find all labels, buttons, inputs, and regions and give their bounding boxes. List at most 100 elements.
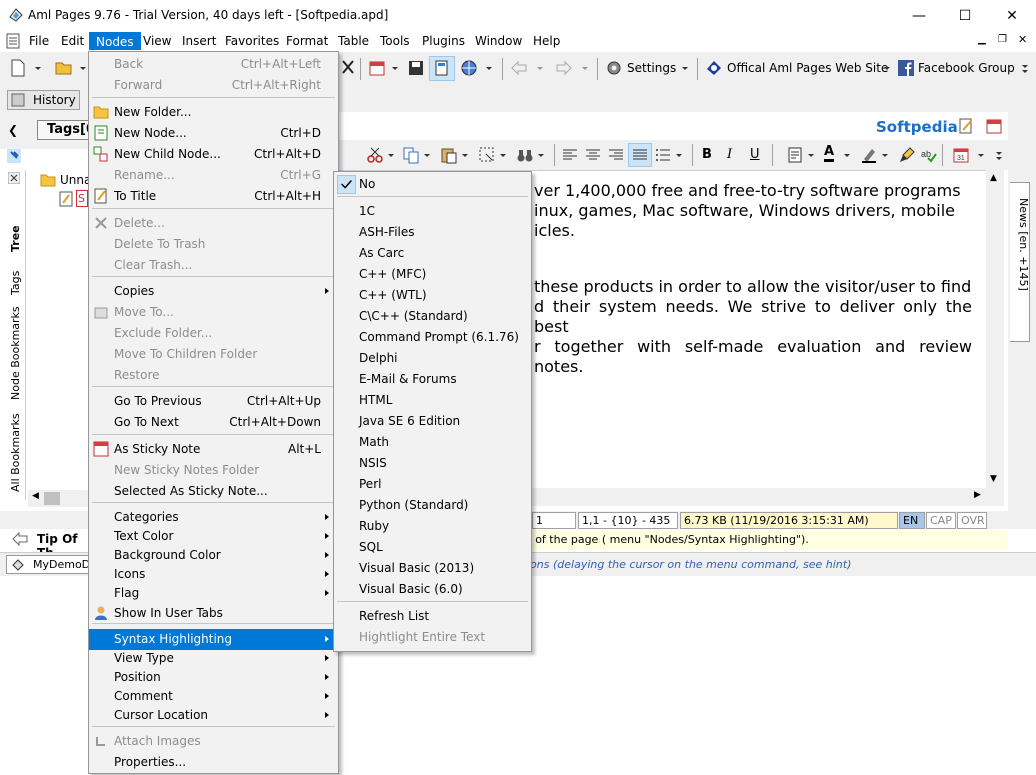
nodes-menu-item-as-sticky-note[interactable]: As Sticky Note Alt+L: [89, 439, 338, 460]
chevron-down-icon[interactable]: [390, 59, 400, 77]
nodes-menu-item-syntax-highlighting[interactable]: Syntax Highlighting: [89, 629, 338, 650]
chevron-down-icon[interactable]: [680, 59, 690, 77]
menu-favorites[interactable]: Favorites: [219, 32, 285, 50]
nodes-menu-item-background-color[interactable]: Background Color: [89, 545, 338, 566]
tab-mydemodoc[interactable]: MyDemoDo: [6, 555, 97, 574]
cut-icon[interactable]: [339, 59, 357, 77]
calendar-icon[interactable]: [368, 59, 386, 77]
chevron-down-icon[interactable]: [882, 59, 892, 77]
menu-view[interactable]: View: [137, 32, 177, 50]
chevron-down-icon[interactable]: [386, 146, 396, 164]
menu-format[interactable]: Format: [280, 32, 334, 50]
chevron-down-icon[interactable]: [460, 146, 470, 164]
chevron-down-icon[interactable]: [806, 146, 816, 164]
syntax-item-visual-basic-2013[interactable]: Visual Basic (2013): [334, 558, 531, 579]
scissors-icon[interactable]: [366, 146, 384, 164]
settings-button[interactable]: Settings: [627, 61, 676, 75]
softpedia-node-badge[interactable]: S: [76, 190, 88, 207]
tab-tags[interactable]: Tags[0: [37, 120, 95, 140]
syntax-item-perl[interactable]: Perl: [334, 474, 531, 495]
chevron-down-icon[interactable]: [535, 59, 545, 77]
syntax-item-c-c-standard[interactable]: C\C++ (Standard): [334, 306, 531, 327]
chevron-down-icon[interactable]: [976, 146, 986, 164]
chevron-down-icon[interactable]: [484, 59, 494, 77]
status-language[interactable]: EN: [899, 512, 925, 529]
globe-icon[interactable]: [460, 59, 478, 77]
syntax-item-ruby[interactable]: Ruby: [334, 516, 531, 537]
pages-icon[interactable]: [433, 59, 451, 77]
toolbar-overflow-icon[interactable]: [1020, 59, 1030, 77]
forward-arrow-icon[interactable]: [555, 59, 573, 77]
syntax-item-ash-files[interactable]: ASH-Files: [334, 222, 531, 243]
chevron-down-icon[interactable]: [580, 59, 590, 77]
nodes-menu-item-new-node[interactable]: New Node... Ctrl+D: [89, 123, 338, 144]
nodes-menu-item-show-in-user-tabs[interactable]: Show In User Tabs: [89, 603, 338, 624]
syntax-item-visual-basic-6-0[interactable]: Visual Basic (6.0): [334, 579, 531, 600]
syntax-item-sql[interactable]: SQL: [334, 537, 531, 558]
menu-file[interactable]: File: [23, 32, 55, 50]
nodes-menu-item-to-title[interactable]: To Title Ctrl+Alt+H: [89, 186, 338, 207]
nodes-menu-item-properties[interactable]: Properties...: [89, 752, 338, 773]
chevron-down-icon[interactable]: [498, 146, 508, 164]
toolbar-overflow-icon[interactable]: [994, 146, 1004, 164]
align-center-icon[interactable]: [584, 146, 602, 164]
nodes-menu-item-text-color[interactable]: Text Color: [89, 526, 338, 547]
nodes-menu-item-go-to-previous[interactable]: Go To Previous Ctrl+Alt+Up: [89, 391, 338, 412]
copy-icon[interactable]: [402, 146, 420, 164]
maximize-button[interactable]: ☐: [942, 0, 988, 31]
nodes-menu-item-flag[interactable]: Flag: [89, 583, 338, 604]
bold-button[interactable]: B: [702, 147, 712, 162]
nodes-menu-item-new-child-node[interactable]: New Child Node... Ctrl+Alt+D: [89, 144, 338, 165]
syntax-item-html[interactable]: HTML: [334, 390, 531, 411]
paste-icon[interactable]: [440, 146, 458, 164]
syntax-item-e-mail-forums[interactable]: E-Mail & Forums: [334, 369, 531, 390]
syntax-item-math[interactable]: Math: [334, 432, 531, 453]
tab-node-bookmarks[interactable]: Node Bookmarks: [9, 306, 22, 400]
chevron-down-icon[interactable]: [880, 146, 890, 164]
align-justify-icon[interactable]: [631, 146, 649, 164]
syntax-item-java-se-6-edition[interactable]: Java SE 6 Edition: [334, 411, 531, 432]
history-button[interactable]: History: [7, 90, 80, 110]
menu-insert[interactable]: Insert: [176, 32, 222, 50]
nodes-menu-item-position[interactable]: Position: [89, 667, 338, 688]
find-binoculars-icon[interactable]: [516, 146, 534, 164]
italic-button[interactable]: I: [727, 147, 732, 162]
syntax-item-c-wtl[interactable]: C++ (WTL): [334, 285, 531, 306]
tab-all-bookmarks[interactable]: All Bookmarks: [9, 413, 22, 492]
back-arrow-icon[interactable]: [510, 59, 528, 77]
font-color-icon[interactable]: A: [824, 144, 835, 162]
insert-date-icon[interactable]: 31: [952, 146, 970, 164]
chevron-down-icon[interactable]: [842, 146, 852, 164]
syntax-item-refresh-list[interactable]: Refresh List: [334, 606, 531, 627]
nodes-menu-item-copies[interactable]: Copies: [89, 281, 338, 302]
calendar-small-icon[interactable]: [986, 118, 1002, 134]
open-folder-icon[interactable]: [55, 59, 73, 77]
syntax-item-c-mfc[interactable]: C++ (MFC): [334, 264, 531, 285]
syntax-item-python-standard[interactable]: Python (Standard): [334, 495, 531, 516]
tree-item[interactable]: Unna: [60, 173, 91, 187]
align-right-icon[interactable]: [607, 146, 625, 164]
list-icon[interactable]: [654, 146, 672, 164]
nodes-menu-item-selected-as-sticky-note[interactable]: Selected As Sticky Note...: [89, 481, 338, 502]
facebook-group-link[interactable]: Facebook Group: [918, 61, 1015, 75]
menu-edit[interactable]: Edit: [55, 32, 90, 50]
chevron-down-icon[interactable]: [422, 146, 432, 164]
syntax-item-1c[interactable]: 1C: [334, 201, 531, 222]
align-left-icon[interactable]: [561, 146, 579, 164]
document-icon[interactable]: [6, 33, 20, 49]
menu-window[interactable]: Window: [469, 32, 528, 50]
menu-plugins[interactable]: Plugins: [416, 32, 471, 50]
doc-vertical-scrollbar[interactable]: ▲ ▼: [986, 170, 1004, 490]
chevron-down-icon[interactable]: [674, 146, 684, 164]
mdi-close-icon[interactable]: ✕: [1018, 33, 1027, 46]
menu-help[interactable]: Help: [527, 32, 566, 50]
official-site-link[interactable]: Offical Aml Pages Web Site: [727, 61, 888, 75]
syntax-item-as-carc[interactable]: As Carc: [334, 243, 531, 264]
chevron-down-icon[interactable]: [33, 59, 43, 77]
syntax-item-command-prompt-6-1-76[interactable]: Command Prompt (6.1.76): [334, 327, 531, 348]
chevron-down-icon[interactable]: [78, 59, 88, 77]
spell-check-icon[interactable]: ab: [920, 146, 938, 164]
pin-icon[interactable]: [7, 149, 21, 163]
syntax-item-delphi[interactable]: Delphi: [334, 348, 531, 369]
menu-table[interactable]: Table: [332, 32, 375, 50]
